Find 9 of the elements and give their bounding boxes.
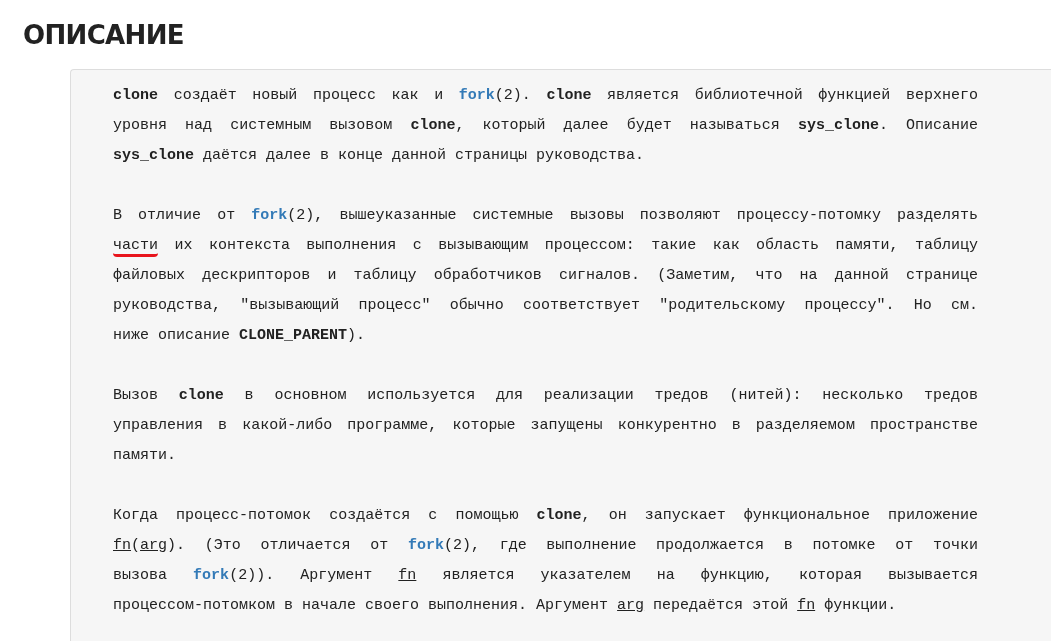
paragraph: clone создаёт новый процесс как и fork(2). clone является библиотечной функцией верхнего уровня над системным вызовом clone, который далее будет называться sys_clone. Описание sys_clone даётся далее в конце данной страницы руководства. — [113, 86, 978, 166]
link[interactable]: fork — [407, 537, 444, 554]
link[interactable]: fork — [251, 207, 288, 224]
paragraph: Вызов clone в основном используется для реализации тредов (нитей): несколько тредов управления в какой-либо программе, которые запущены конкурентно в разделяемом пространстве памяти. — [113, 386, 978, 466]
link[interactable]: fork — [193, 567, 230, 584]
paragraph: В отличие от fork(2), вышеуказанные системные вызовы позволяют процессу-потомку разделять части их контекста выполнения с вызывающим процессом: такие как область памяти, таблицу файловых дескрипторов и таблицу обработчиков сигналов. (Заметим, что на данной странице руководства, "вызывающий процесс" обычно соответствует "родительскому процессу". Но см. ниже описание CLONE_PARENT). — [113, 206, 978, 346]
link[interactable]: fork — [458, 87, 495, 104]
paragraph: Когда процесс-потомок создаётся с помощью clone, он запускает функциональное приложение fn(arg). (Это отличается от fork(2), где выполнение продолжается в потомке от точки вызова fork(2)). Аргумент fn является указателем на функцию, которая вызывается процессом-потомком в начале своего выполнения. Аргумент arg передаётся этой fn функции. — [113, 506, 978, 616]
section-heading: ОПИСАНИЕ — [23, 19, 185, 52]
